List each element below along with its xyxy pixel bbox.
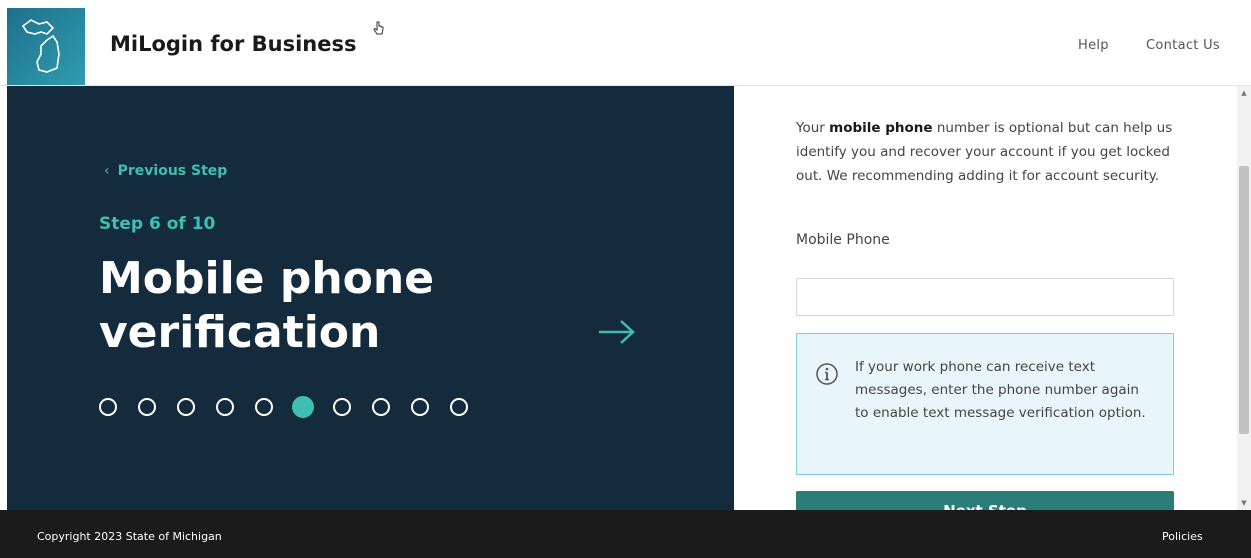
previous-step-link[interactable]: ‹ Previous Step <box>104 163 227 179</box>
intro-bold: mobile phone <box>829 120 933 136</box>
michigan-logo[interactable] <box>7 8 85 85</box>
policies-link[interactable]: Policies <box>1162 530 1203 543</box>
help-link[interactable]: Help <box>1078 38 1109 53</box>
contact-us-link[interactable]: Contact Us <box>1146 38 1220 53</box>
scroll-down-icon[interactable]: ▼ <box>1237 496 1251 510</box>
site-footer: Copyright 2023 State of Michigan Policie… <box>0 510 1251 558</box>
mobile-phone-label: Mobile Phone <box>796 232 890 248</box>
form-panel: Your mobile phone number is optional but… <box>734 86 1251 510</box>
intro-text: Your mobile phone number is optional but… <box>796 116 1180 188</box>
brand-title: MiLogin for Business <box>110 32 357 56</box>
step-dot <box>372 398 390 416</box>
page-title: Mobile phone verification <box>99 253 435 358</box>
info-icon <box>816 363 838 385</box>
scroll-up-icon[interactable]: ▲ <box>1237 86 1251 100</box>
step-counter: Step 6 of 10 <box>99 214 216 234</box>
step-dot-current <box>292 396 314 418</box>
site-header: MiLogin for Business Help Contact Us <box>0 8 1251 86</box>
scroll-thumb[interactable] <box>1239 166 1249 434</box>
step-dot <box>138 398 156 416</box>
step-dot <box>99 398 117 416</box>
chevron-left-icon: ‹ <box>104 163 110 179</box>
mobile-phone-input[interactable] <box>796 278 1174 316</box>
intro-pre: Your <box>796 120 830 136</box>
top-strip <box>0 0 1251 8</box>
previous-step-label: Previous Step <box>117 163 228 179</box>
copyright-text: Copyright 2023 State of Michigan <box>37 530 222 543</box>
arrow-right-icon[interactable] <box>595 318 639 346</box>
form-scrollbar[interactable]: ▲ ▼ <box>1237 86 1251 510</box>
step-dot <box>177 398 195 416</box>
step-dot <box>450 398 468 416</box>
step-dot <box>255 398 273 416</box>
step-dot <box>216 398 234 416</box>
info-callout: If your work phone can receive text mess… <box>796 333 1174 475</box>
next-step-button[interactable]: Next Step <box>796 491 1174 510</box>
hand-cursor-icon <box>373 21 384 35</box>
info-text: If your work phone can receive text mess… <box>855 359 1146 421</box>
michigan-logo-icon <box>21 19 60 73</box>
step-dot <box>411 398 429 416</box>
progress-panel: ‹ Previous Step Step 6 of 10 Mobile phone… <box>7 86 734 510</box>
step-dot <box>333 398 351 416</box>
